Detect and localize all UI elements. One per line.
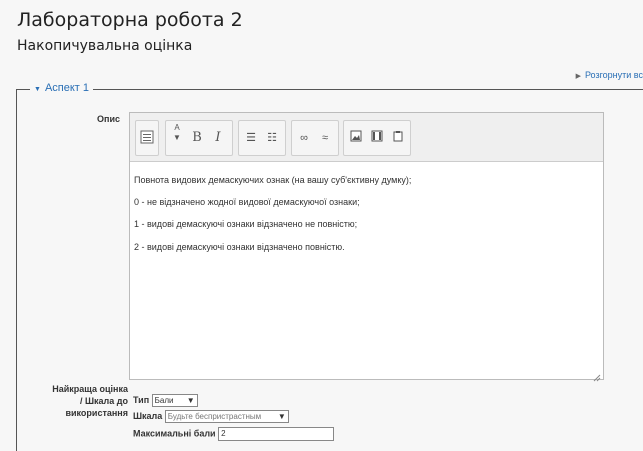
editor-line: 2 - видові демаскуючі ознаки відзначено … — [134, 242, 345, 252]
toolbar-group-links: ∞ ≈ — [291, 120, 339, 156]
type-row: Тип Бали ▼ — [133, 394, 198, 407]
description-label: Опис — [97, 114, 120, 124]
paste-icon[interactable] — [390, 130, 406, 146]
font-size-icon[interactable]: A ▼ — [169, 123, 185, 142]
rich-text-editor: A ▼ B I ☰ ☷ ∞ ≈ Повнота видових демаскуюч… — [129, 112, 604, 382]
max-points-input[interactable]: 2 — [218, 427, 335, 441]
unlink-icon[interactable]: ≈ — [317, 130, 333, 146]
editor-line: 1 - видові демаскуючі ознаки відзначено … — [134, 219, 358, 229]
editor-line: 0 - не відзначено жодної видової демаску… — [134, 197, 360, 207]
aspect-legend[interactable]: ▼ Аспект 1 — [30, 82, 93, 94]
best-grade-label: Найкраща оцінка / Шкала до використання — [52, 384, 128, 418]
fieldset-border-top — [16, 89, 643, 90]
max-points-row: Максимальні бали 2 — [133, 427, 335, 441]
type-select-value: Бали — [154, 396, 174, 405]
max-points-label: Максимальні бали — [133, 428, 216, 439]
aspect-legend-label: Аспект 1 — [44, 82, 89, 94]
expand-all-link[interactable]: ▶ Розгорнути вс — [576, 70, 643, 80]
editor-toolbar: A ▼ B I ☰ ☷ ∞ ≈ — [130, 113, 603, 162]
editor-content[interactable]: Повнота видових демаскуючих ознак (на ва… — [130, 162, 603, 379]
link-icon[interactable]: ∞ — [296, 130, 312, 146]
italic-icon[interactable]: I — [210, 130, 226, 146]
dropdown-arrow-icon: ▼ — [277, 412, 286, 421]
dropdown-arrow-icon: ▼ — [186, 396, 195, 405]
toolbar-group-toggle — [135, 120, 159, 156]
toggle-toolbar-icon[interactable] — [139, 130, 155, 146]
triangle-down-icon: ▼ — [34, 86, 41, 93]
scale-label: Шкала — [133, 410, 163, 421]
media-icon[interactable] — [369, 130, 385, 146]
expand-all-label: Розгорнути вс — [584, 70, 643, 80]
page-title: Лабораторна робота 2 — [17, 9, 243, 31]
resize-handle-icon[interactable] — [593, 369, 601, 382]
scale-row: Шкала Будьте беспристрастным ▼ — [133, 410, 289, 423]
toolbar-group-media — [343, 120, 411, 156]
unordered-list-icon[interactable]: ☰ — [243, 130, 259, 146]
scale-select-value: Будьте беспристрастным — [167, 412, 262, 421]
page-subtitle: Накопичувальна оцінка — [17, 38, 193, 54]
image-icon[interactable] — [348, 130, 364, 146]
bold-icon[interactable]: B — [189, 130, 205, 146]
type-label: Тип — [133, 394, 150, 405]
type-select[interactable]: Бали ▼ — [151, 394, 198, 407]
ordered-list-icon[interactable]: ☷ — [264, 130, 280, 146]
editor-line: Повнота видових демаскуючих ознак (на ва… — [134, 175, 412, 185]
toolbar-group-font: A ▼ B I — [165, 120, 233, 156]
toolbar-group-lists: ☰ ☷ — [238, 120, 286, 156]
triangle-right-icon: ▶ — [575, 73, 581, 80]
fieldset-border-left — [16, 89, 17, 451]
scale-select[interactable]: Будьте беспристрастным ▼ — [164, 410, 289, 423]
